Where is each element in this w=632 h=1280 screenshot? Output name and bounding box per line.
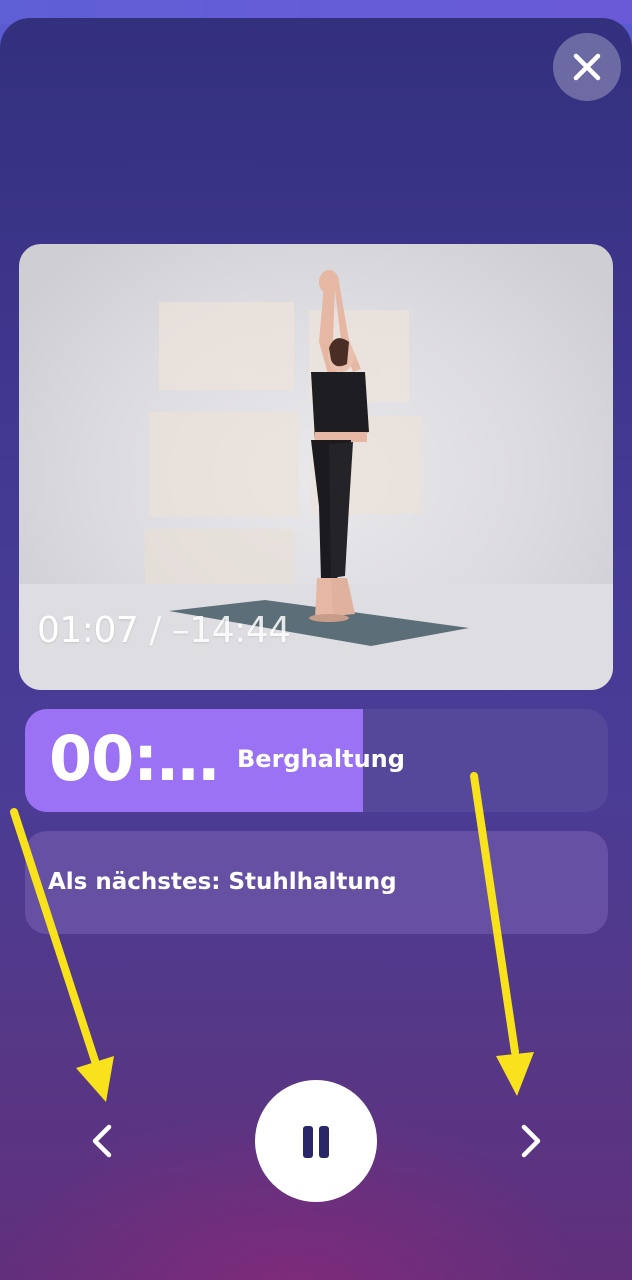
exercise-name: Berghaltung [237,745,405,773]
chevron-right-icon [521,1124,541,1158]
video-timecode: 01:07 / –14:44 [37,610,291,651]
next-exercise-card: Als nächstes: Stuhlhaltung [25,831,608,934]
time-separator: / [149,610,161,651]
next-exercise-button[interactable] [505,1116,555,1166]
exercise-video[interactable]: 01:07 / –14:44 [19,244,613,690]
current-exercise-card: 00:… Berghaltung [25,709,608,812]
chevron-left-icon [92,1124,112,1158]
pause-button[interactable] [255,1080,377,1202]
next-exercise-label: Als nächstes: Stuhlhaltung [48,869,397,895]
exercise-timer: 00:… [49,722,219,795]
remaining-time: –14:44 [171,610,291,651]
close-icon [573,53,601,81]
elapsed-time: 01:07 [37,610,139,651]
previous-exercise-button[interactable] [78,1116,128,1166]
close-button[interactable] [553,33,621,101]
workout-player-sheet: 01:07 / –14:44 00:… Berghaltung Als näch… [0,18,632,1280]
